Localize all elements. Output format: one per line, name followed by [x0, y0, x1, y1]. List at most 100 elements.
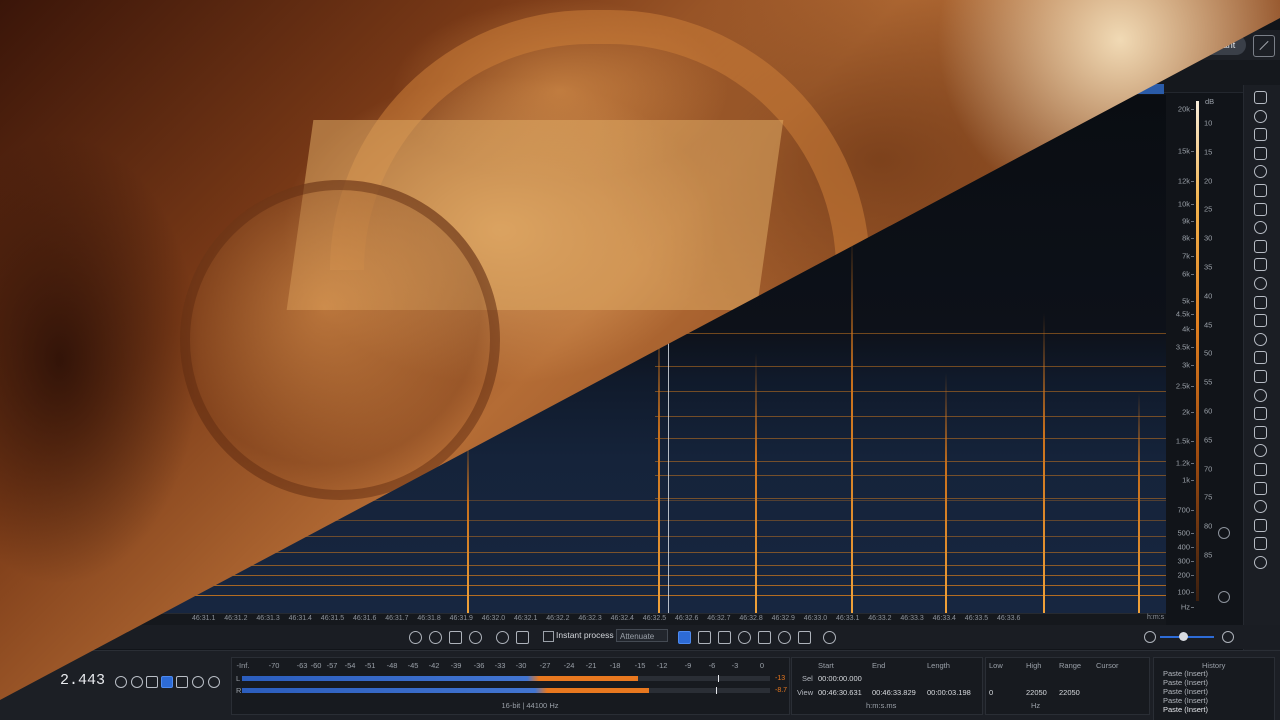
breath-icon[interactable] — [1254, 351, 1267, 365]
transient-spike — [945, 373, 947, 613]
zoom-out-icon[interactable] — [429, 631, 442, 644]
meter-scale-label: -70 — [268, 661, 280, 670]
skip-back-icon[interactable] — [146, 676, 158, 688]
time-display: 2.443 — [60, 672, 106, 689]
meter-scale-label: -15 — [634, 661, 646, 670]
history-item[interactable]: Paste (Insert) — [1163, 687, 1208, 696]
freq-range-value[interactable]: 22050 — [1059, 688, 1080, 697]
zoom-in-icon[interactable] — [1218, 527, 1230, 539]
target-icon[interactable] — [1254, 314, 1267, 328]
scan-icon[interactable] — [1254, 518, 1267, 532]
chevron-icon[interactable] — [1254, 537, 1267, 551]
harmonic-band — [655, 438, 1166, 439]
zoom-fit-icon[interactable] — [469, 631, 482, 644]
db-tick-label: 65 — [1204, 435, 1213, 445]
sun-icon[interactable] — [1254, 202, 1267, 216]
logo-icon[interactable] — [1253, 35, 1275, 57]
meter-scale-label: -39 — [450, 661, 462, 670]
headphones-icon[interactable] — [115, 676, 127, 688]
view-end-value[interactable]: 00:46:33.829 — [872, 688, 916, 697]
waves-icon[interactable] — [1254, 463, 1267, 476]
freq-low-value[interactable]: 0 — [989, 688, 993, 697]
right-level-bar — [242, 687, 770, 694]
meter-scale-label: -18 — [609, 661, 621, 670]
right-level-fill — [242, 688, 649, 693]
play-selection-icon[interactable] — [176, 676, 188, 688]
view-row-label: View — [797, 688, 814, 697]
time-tick-label: 46:32.8 — [739, 615, 763, 622]
tilde-icon[interactable] — [1254, 444, 1267, 458]
time-tick-label: 46:31.5 — [320, 615, 345, 622]
zoom-handle-icon[interactable] — [1218, 591, 1230, 603]
clip-icon[interactable] — [1254, 258, 1267, 272]
list-icon[interactable] — [1254, 91, 1267, 104]
wave-icon[interactable] — [1254, 277, 1267, 290]
magic-wand-icon[interactable] — [778, 631, 791, 644]
freq-tick-label: 500 — [1177, 528, 1190, 538]
freq-low-header: Low — [989, 661, 1003, 670]
brush-icon[interactable] — [758, 631, 771, 644]
back-icon[interactable] — [1254, 556, 1267, 569]
history-item[interactable]: Paste (Insert) — [1163, 705, 1208, 714]
eye-icon[interactable] — [1254, 165, 1267, 179]
meter-scale-label: -3 — [731, 661, 739, 670]
record-icon[interactable] — [131, 676, 143, 688]
freq-tick-label: 6k — [1182, 269, 1190, 279]
timeline-unit: h:m:s — [1147, 614, 1165, 621]
minus-icon[interactable] — [1254, 500, 1267, 514]
zoom-in-icon[interactable] — [1222, 631, 1234, 643]
leaf-icon[interactable] — [1254, 332, 1267, 346]
right-peak-value: -8.7 — [775, 687, 788, 694]
zoom-slider-knob[interactable] — [1179, 632, 1188, 641]
history-item[interactable]: Paste (Insert) — [1163, 678, 1208, 687]
time-tick-label: 46:32.5 — [642, 615, 667, 622]
note-icon[interactable] — [1254, 425, 1267, 439]
mic-icon[interactable] — [1254, 184, 1267, 197]
stop-icon[interactable] — [161, 676, 173, 688]
instant-process-checkbox[interactable] — [543, 631, 554, 642]
gate-icon[interactable] — [1254, 221, 1267, 235]
meter-scale-label: -63 — [296, 661, 308, 670]
sel-start-value[interactable]: 00:00:00.000 — [818, 674, 862, 683]
harmonics-icon[interactable] — [798, 631, 811, 644]
time-tick-label: 46:33.4 — [932, 615, 956, 622]
transient-spike — [658, 313, 660, 613]
spray-icon[interactable] — [1254, 146, 1267, 160]
chat-icon[interactable] — [1254, 388, 1267, 402]
time-tick-label: 46:32.0 — [481, 615, 506, 622]
time-format-label: h:m:s.ms — [866, 701, 897, 710]
bulb-icon[interactable] — [1254, 128, 1267, 142]
repeat-icon[interactable] — [208, 676, 220, 688]
freq-unit-label: Hz — [1031, 701, 1041, 710]
zoom-in-icon[interactable] — [409, 631, 422, 644]
rect-select-icon[interactable] — [698, 631, 711, 644]
plus-icon[interactable] — [1254, 481, 1267, 495]
bar-icon[interactable] — [1254, 239, 1267, 253]
ring-icon[interactable] — [1254, 407, 1267, 421]
lasso-icon[interactable] — [738, 631, 751, 644]
history-item[interactable]: Paste (Insert) — [1163, 696, 1208, 705]
face-icon[interactable] — [1254, 295, 1267, 309]
view-start-value[interactable]: 00:46:30.631 — [818, 688, 862, 697]
harmonic-band — [655, 366, 1166, 367]
transient-spike — [755, 353, 757, 613]
chevron-down-icon[interactable] — [1254, 109, 1267, 123]
check-icon[interactable] — [823, 631, 836, 644]
freq-tick-label: 1k — [1182, 475, 1190, 485]
zoom-out-icon[interactable] — [1144, 631, 1156, 643]
history-item[interactable]: Paste (Insert) — [1163, 669, 1208, 678]
loop-icon[interactable] — [192, 676, 204, 688]
freq-select-icon[interactable] — [718, 631, 731, 644]
db-tick-label: 15 — [1204, 147, 1213, 157]
magnify-icon[interactable] — [496, 631, 509, 644]
db-tick-label: 45 — [1204, 320, 1213, 330]
freq-high-value[interactable]: 22050 — [1026, 688, 1047, 697]
speaker-icon[interactable] — [1254, 370, 1267, 383]
zoom-selection-icon[interactable] — [449, 631, 462, 644]
time-select-icon[interactable] — [678, 631, 691, 644]
attenuate-dropdown[interactable]: Attenuate — [616, 629, 668, 642]
view-length-value[interactable]: 00:00:03.198 — [927, 688, 971, 697]
freq-tick-label: 1.2k — [1175, 458, 1190, 468]
hand-icon[interactable] — [516, 631, 529, 644]
db-tick-label: 55 — [1204, 377, 1213, 387]
